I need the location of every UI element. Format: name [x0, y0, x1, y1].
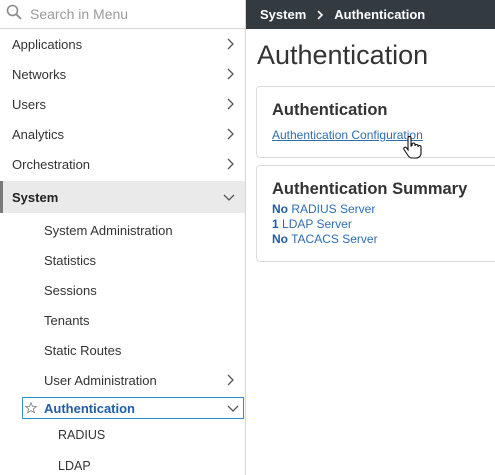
search-input[interactable]: [30, 6, 230, 22]
summary-count: No: [272, 202, 288, 216]
chevron-right-icon: [227, 98, 234, 110]
sidebar-subitem-system-administration[interactable]: System Administration: [0, 215, 245, 245]
sidebar-item-label: Users: [12, 96, 46, 112]
sidebar-item-label: Networks: [12, 66, 67, 82]
authentication-summary-card: Authentication Summary No RADIUS Server …: [256, 165, 495, 262]
sidebar-subitem-statistics[interactable]: Statistics: [0, 245, 245, 275]
hand-cursor-icon: [402, 136, 422, 160]
sidebar-subitem-label: User Administration: [44, 372, 157, 388]
sidebar-item-applications[interactable]: Applications: [0, 29, 245, 59]
sidebar-item-orchestration[interactable]: Orchestration: [0, 149, 245, 179]
sidebar-item-label: Applications: [12, 36, 83, 52]
summary-text: TACACS Server: [288, 232, 378, 246]
sidebar-subitem-sessions[interactable]: Sessions: [0, 275, 245, 305]
chevron-right-icon: [227, 128, 234, 140]
sidebar-thirditem-label: RADIUS: [58, 427, 106, 442]
sidebar-thirditem-ldap[interactable]: LDAP: [0, 453, 245, 475]
chevron-right-icon: [227, 38, 234, 50]
summary-tacacs[interactable]: No TACACS Server: [272, 232, 485, 247]
breadcrumb: System Authentication: [246, 0, 495, 29]
summary-ldap[interactable]: 1 LDAP Server: [272, 217, 485, 232]
chevron-right-icon: [227, 158, 234, 170]
sidebar-item-networks[interactable]: Networks: [0, 59, 245, 89]
sidebar-subitem-label: Static Routes: [44, 342, 122, 358]
chevron-down-icon: [227, 405, 239, 412]
page-title: Authentication: [257, 40, 429, 70]
sidebar-item-label: Orchestration: [12, 156, 91, 172]
sidebar-subitem-authentication[interactable]: Authentication: [22, 397, 244, 419]
breadcrumb-authentication: Authentication: [334, 7, 426, 22]
chevron-down-icon: [223, 194, 235, 201]
sidebar-thirditem-label: LDAP: [58, 458, 91, 473]
menu-search: [0, 0, 245, 29]
chevron-right-icon: [227, 374, 234, 386]
summary-count: 1: [272, 217, 279, 231]
sidebar-subitem-label: Statistics: [44, 252, 97, 268]
chevron-right-icon: [227, 68, 234, 80]
sidebar-thirditem-radius[interactable]: RADIUS: [0, 422, 245, 447]
search-icon: [6, 4, 22, 25]
summary-count: No: [272, 232, 288, 246]
sidebar-item-analytics[interactable]: Analytics: [0, 119, 245, 149]
card-title: Authentication: [272, 101, 388, 119]
authentication-configuration-link[interactable]: Authentication Configuration: [272, 128, 423, 142]
summary-text: LDAP Server: [278, 217, 352, 231]
sidebar-subitem-label: Tenants: [44, 312, 90, 328]
sidebar-subitem-user-administration[interactable]: User Administration: [0, 365, 245, 395]
star-icon[interactable]: [24, 401, 38, 414]
card-title: Authentication Summary: [272, 180, 468, 198]
summary-radius[interactable]: No RADIUS Server: [272, 202, 485, 217]
chevron-right-icon: [317, 9, 324, 20]
summary-text: RADIUS Server: [288, 202, 376, 216]
sidebar-subitem-label: System Administration: [44, 222, 173, 238]
sidebar-item-system[interactable]: System: [0, 181, 245, 213]
authentication-card: Authentication Authentication Configurat…: [256, 86, 495, 158]
sidebar-item-label: Analytics: [12, 126, 65, 142]
sidebar-subitem-static-routes[interactable]: Static Routes: [0, 335, 245, 365]
sidebar-subitem-tenants[interactable]: Tenants: [0, 305, 245, 335]
sidebar-subitem-label: Authentication: [44, 400, 135, 416]
breadcrumb-system[interactable]: System: [260, 7, 306, 22]
sidebar-subitem-label: Sessions: [44, 282, 97, 298]
sidebar-item-users[interactable]: Users: [0, 89, 245, 119]
sidebar-item-label: System: [12, 189, 59, 205]
